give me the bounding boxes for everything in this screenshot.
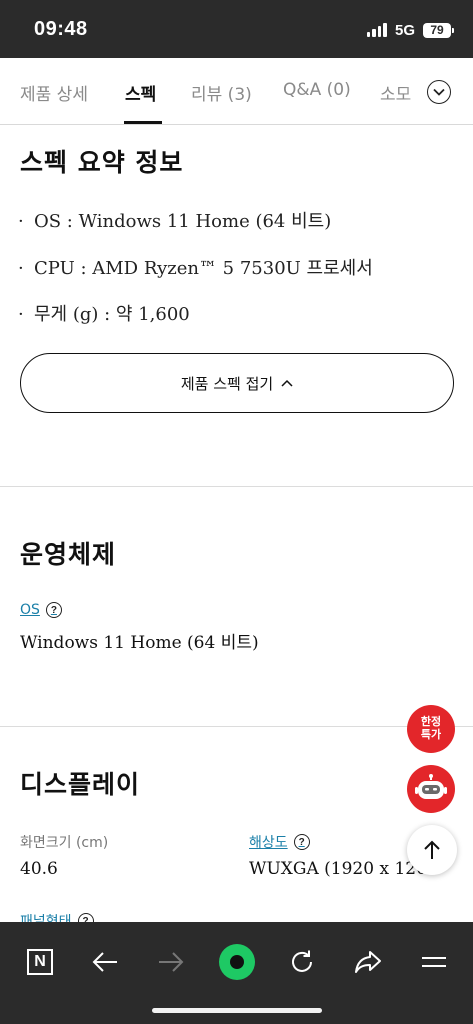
home-indicator (152, 1008, 322, 1013)
scroll-to-top-button[interactable] (407, 825, 457, 875)
status-indicators: 5G 79 (366, 20, 454, 40)
os-value: Windows 11 Home (64 비트) (20, 633, 259, 653)
tab-product-detail[interactable]: 제품 상세 (20, 80, 88, 105)
spec-summary-title: 스펙 요약 정보 (20, 148, 184, 177)
network-type: 5G (394, 21, 415, 39)
resolution-label[interactable]: 해상도 ? (249, 832, 310, 852)
robot-icon (415, 774, 447, 799)
share-icon (355, 951, 381, 973)
summary-item: · 무게 (g) : 약 1,600 (18, 304, 190, 325)
refresh-icon (292, 950, 312, 972)
chevron-down-icon (433, 88, 445, 96)
naver-n-icon: N (27, 949, 53, 975)
menu-button[interactable] (406, 934, 462, 990)
arrow-up-icon (424, 840, 440, 859)
collapse-spec-label: 제품 스펙 접기 (180, 374, 274, 393)
battery-icon: 79 (423, 22, 454, 38)
help-icon[interactable]: ? (77, 913, 94, 922)
display-section-title: 디스플레이 (20, 770, 141, 799)
resolution-value: WUXGA (1920 x 1200) (249, 859, 434, 879)
section-divider (0, 486, 473, 487)
naver-home-button[interactable]: N (12, 934, 68, 990)
os-label[interactable]: OS ? (20, 602, 62, 618)
menu-icon (422, 957, 446, 967)
help-icon[interactable]: ? (45, 602, 62, 618)
chatbot-button[interactable] (407, 765, 455, 813)
signal-icon (366, 23, 387, 37)
screen-size-label: 화면크기 (cm) (20, 835, 109, 851)
summary-item: · OS : Windows 11 Home (64 비트) (18, 211, 332, 232)
tab-spec[interactable]: 스펙 (125, 80, 156, 105)
refresh-button[interactable] (274, 934, 330, 990)
limited-deal-button[interactable]: 한정 특가 (407, 705, 455, 753)
status-bar: 09:48 5G 79 (0, 0, 473, 58)
battery-level: 79 (430, 22, 444, 37)
tab-qna[interactable]: Q&A (0) (283, 80, 351, 100)
arrow-right-icon (159, 952, 184, 972)
forward-button[interactable] (143, 934, 199, 990)
tabs-expand-button[interactable] (427, 80, 451, 104)
green-dot-button[interactable] (209, 934, 265, 990)
panel-type-label[interactable]: 패널형태 ? (20, 911, 94, 922)
arrow-left-icon (92, 952, 117, 972)
screen-size-value: 40.6 (20, 859, 58, 879)
active-tab-indicator (124, 121, 162, 124)
summary-item: · CPU : AMD Ryzen™ 5 7530U 프로세서 (18, 258, 373, 279)
spec-content: 스펙 요약 정보 · OS : Windows 11 Home (64 비트) ·… (0, 125, 473, 922)
green-dot-icon (219, 944, 255, 980)
status-time: 09:48 (34, 18, 88, 40)
chevron-up-icon (281, 379, 293, 387)
back-button[interactable] (77, 934, 133, 990)
share-button[interactable] (340, 934, 396, 990)
collapse-spec-button[interactable]: 제품 스펙 접기 (20, 353, 454, 413)
os-section-title: 운영체제 (20, 540, 117, 569)
product-tab-bar: 제품 상세 스펙 리뷰 (3) Q&A (0) 소모 (0, 58, 473, 125)
tab-reviews[interactable]: 리뷰 (3) (191, 80, 252, 105)
section-divider (0, 726, 473, 727)
help-icon[interactable]: ? (293, 834, 310, 850)
